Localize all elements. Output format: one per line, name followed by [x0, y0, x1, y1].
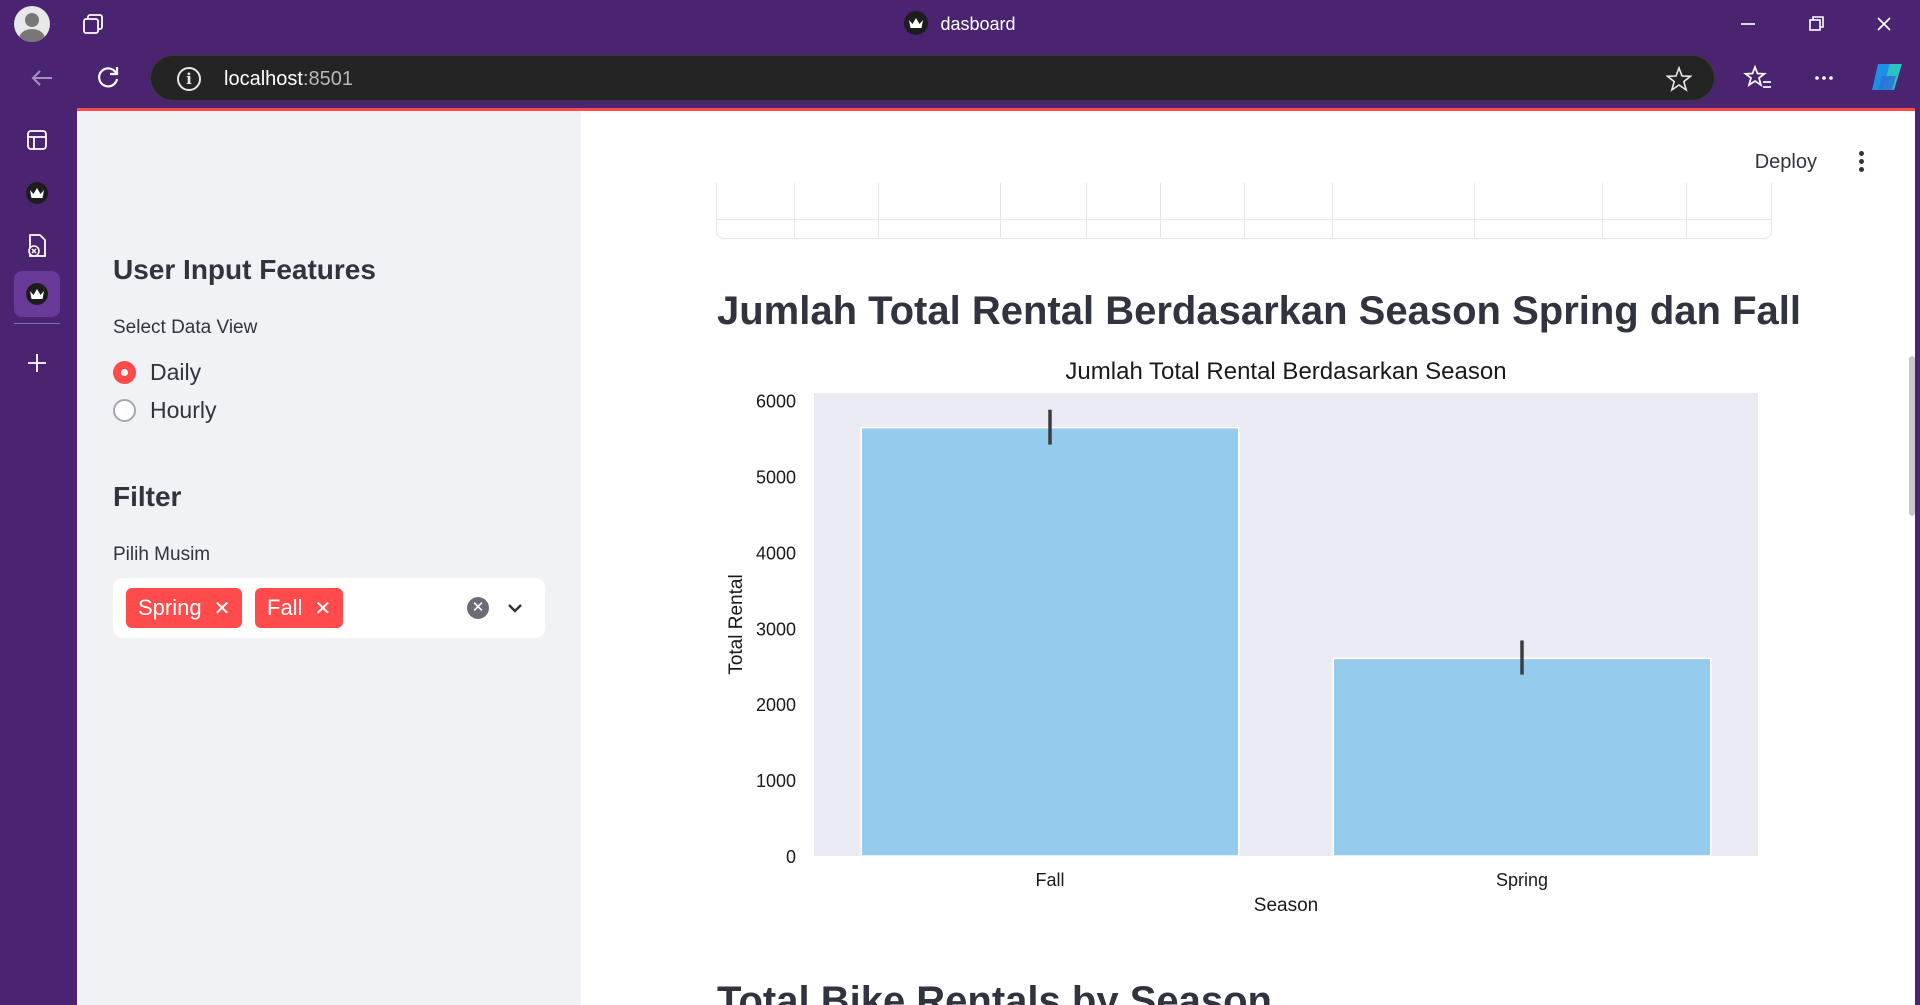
y-tick-label: 1000: [756, 771, 796, 791]
chip-spring-label: Spring: [138, 595, 202, 620]
bar-fall: [860, 426, 1240, 857]
scrollbar[interactable]: [1909, 356, 1915, 516]
url-host: localhost: [224, 68, 303, 90]
section-heading: Jumlah Total Rental Berdasarkan Season S…: [717, 289, 1801, 333]
back-arrow-icon[interactable]: [26, 62, 58, 94]
sidebar-tab-document[interactable]: [14, 223, 60, 269]
deploy-button[interactable]: Deploy: [1755, 151, 1817, 174]
favorites-icon[interactable]: [1742, 62, 1774, 94]
next-section-heading: Total Bike Rentals by Season: [717, 979, 1272, 1005]
document-error-icon: [28, 234, 46, 257]
season-select-label: Pilih Musim: [113, 544, 211, 565]
chevron-down-icon[interactable]: [505, 598, 525, 618]
refresh-icon[interactable]: [92, 62, 124, 94]
main-menu-icon[interactable]: [1859, 151, 1865, 173]
season-bar-chart: Jumlah Total Rental Berdasarkan Season 0 1…: [726, 358, 1758, 916]
address-bar[interactable]: i localhost:8501: [150, 55, 1715, 101]
navigation-bar: i localhost:8501: [0, 48, 1920, 108]
tab-panel-icon: [27, 130, 47, 150]
site-info-icon[interactable]: i: [177, 67, 201, 91]
radio-daily[interactable]: Daily: [113, 359, 201, 386]
y-tick-label: 0: [786, 847, 796, 867]
main-area: Deploy Jumlah Total Rental Berdasarkan S…: [581, 111, 1915, 1005]
sidebar-divider: [14, 323, 60, 324]
dataframe-table[interactable]: [716, 183, 1772, 239]
remove-fall-icon[interactable]: ✕: [314, 596, 331, 621]
app-sidebar: User Input Features Select Data View Dai…: [77, 111, 581, 1005]
y-tick-label: 5000: [756, 467, 796, 487]
radio-hourly[interactable]: Hourly: [113, 397, 216, 424]
radio-daily-label: Daily: [150, 359, 202, 385]
bar-spring: [1332, 657, 1712, 857]
sidebar-heading: User Input Features: [113, 254, 376, 285]
x-tick-label: Spring: [1496, 870, 1548, 890]
season-multiselect[interactable]: Spring ✕ Fall ✕ ✕: [113, 578, 545, 638]
tab-actions-button[interactable]: [14, 117, 60, 163]
window-title: dasboard: [0, 11, 1920, 37]
y-axis-label: Total Rental: [726, 574, 747, 674]
y-tick-label: 6000: [756, 392, 796, 412]
y-tick-label: 3000: [756, 619, 796, 639]
chart-title: Jumlah Total Rental Berdasarkan Season: [1065, 358, 1506, 385]
close-icon[interactable]: [1870, 10, 1898, 38]
favorite-star-icon[interactable]: [1666, 66, 1692, 92]
remove-spring-icon[interactable]: ✕: [214, 596, 231, 621]
copilot-icon[interactable]: [1868, 60, 1906, 94]
more-options-icon[interactable]: [1808, 62, 1840, 94]
chip-fall: Fall ✕: [255, 588, 344, 628]
minimize-icon[interactable]: [1734, 10, 1762, 38]
window-title-text: dasboard: [940, 13, 1016, 34]
x-axis-label: Season: [1254, 895, 1318, 916]
url-text[interactable]: localhost:8501: [224, 68, 353, 91]
new-tab-button[interactable]: [14, 340, 60, 386]
radio-hourly-label: Hourly: [150, 397, 217, 423]
x-tick-label: Fall: [1035, 870, 1064, 890]
restore-icon[interactable]: [1802, 10, 1830, 38]
url-port: :8501: [302, 68, 353, 90]
radio-checked-icon: [113, 361, 136, 384]
chip-spring: Spring ✕: [126, 588, 243, 628]
clear-all-icon[interactable]: ✕: [467, 597, 489, 619]
sidebar-tab-streamlit-active[interactable]: [14, 271, 60, 317]
data-view-label: Select Data View: [113, 317, 258, 338]
crown-favicon-icon: [904, 11, 929, 35]
plus-icon: [28, 354, 46, 372]
page-viewport: User Input Features Select Data View Dai…: [77, 108, 1915, 1005]
y-tick-label: 2000: [756, 695, 796, 715]
radio-unchecked-icon: [113, 399, 136, 422]
crown-tab-icon: [26, 182, 48, 204]
chip-fall-label: Fall: [267, 595, 303, 620]
crown-tab-icon: [26, 283, 48, 305]
y-tick-label: 4000: [756, 543, 796, 563]
title-bar: dasboard: [0, 0, 1920, 48]
sidebar-tab-streamlit-1[interactable]: [14, 170, 60, 216]
browser-vertical-sidebar: [0, 108, 77, 1005]
filter-heading: Filter: [113, 481, 182, 512]
